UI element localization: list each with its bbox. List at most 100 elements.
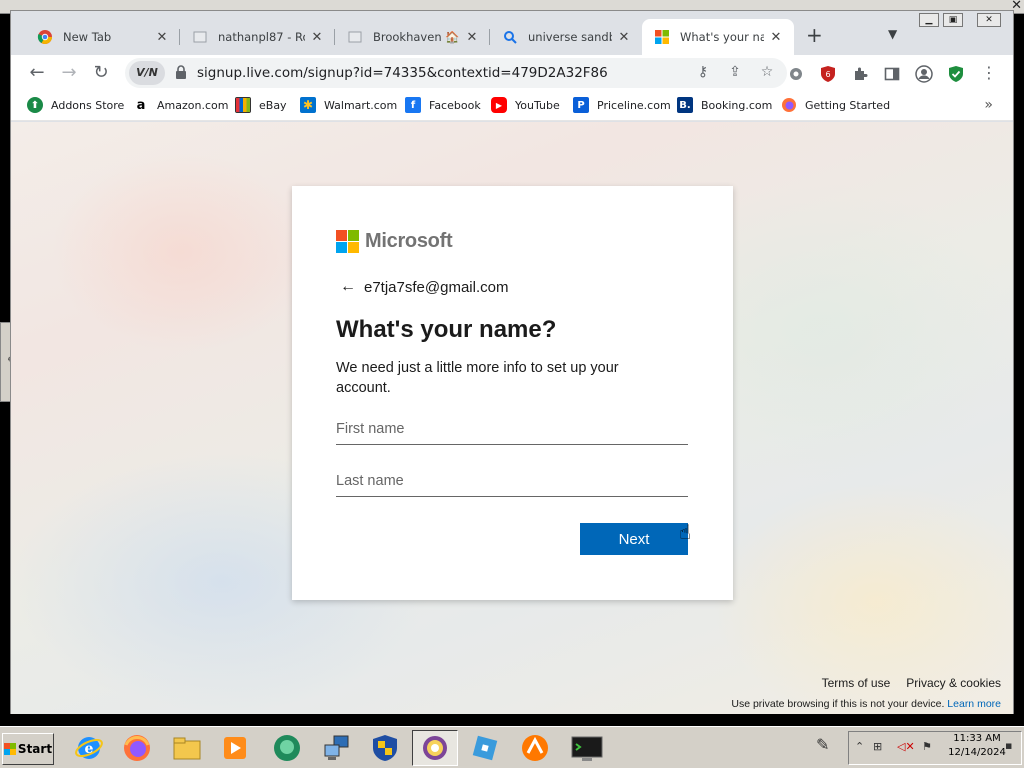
- page-icon: [347, 29, 363, 45]
- close-window-button[interactable]: ✕: [977, 13, 1001, 27]
- tab-close-icon[interactable]: ✕: [309, 30, 325, 45]
- minimize-button[interactable]: ▁: [919, 13, 939, 27]
- windows-flag-icon: [3, 743, 16, 755]
- firefox-icon: [781, 97, 797, 113]
- firefox-icon[interactable]: [114, 730, 160, 766]
- share-icon[interactable]: ⇪: [725, 64, 745, 84]
- maximize-button[interactable]: ▣: [943, 13, 963, 27]
- bookmark-addons-store[interactable]: ⬆ Addons Store: [27, 97, 124, 113]
- tab-strip: New Tab ✕ nathanpl87 - Roblox ✕ Brookhav…: [11, 11, 1013, 55]
- booking-icon: B.: [677, 97, 693, 113]
- terms-of-use-link[interactable]: Terms of use: [822, 676, 891, 690]
- tab-close-icon[interactable]: ✕: [464, 30, 480, 45]
- new-tab-button[interactable]: +: [806, 25, 823, 45]
- bookmark-star-icon[interactable]: ☆: [757, 64, 777, 84]
- clock-date[interactable]: 12/14/2024: [947, 747, 1007, 758]
- network-computer-icon[interactable]: [314, 730, 360, 766]
- ebay-icon: [235, 97, 251, 113]
- ublock-shield-icon[interactable]: 6: [819, 65, 837, 83]
- profile-avatar-icon[interactable]: [915, 65, 933, 83]
- vpn-badge[interactable]: V/N: [129, 61, 165, 85]
- security-shield-icon[interactable]: [362, 730, 408, 766]
- network-icon[interactable]: ⊞: [873, 740, 882, 753]
- bookmark-amazon[interactable]: a Amazon.com: [133, 97, 228, 113]
- browser-menu-icon[interactable]: ⋮: [977, 61, 1001, 85]
- back-icon[interactable]: ←: [25, 61, 49, 85]
- show-desktop-icon[interactable]: ▪: [1005, 739, 1012, 752]
- tab-brookhaven[interactable]: Brookhaven 🏠RP ✕: [335, 19, 490, 55]
- roblox-studio-icon[interactable]: [462, 730, 508, 766]
- footer-links: Terms of use Privacy & cookies: [822, 676, 1001, 690]
- lock-icon[interactable]: [175, 65, 187, 79]
- privacy-cookies-link[interactable]: Privacy & cookies: [906, 676, 1001, 690]
- microsoft-logo-icon: [336, 230, 359, 253]
- tray-expand-icon[interactable]: ⌃: [855, 740, 864, 753]
- first-name-input[interactable]: [336, 413, 688, 445]
- browser-window: New Tab ✕ nathanpl87 - Roblox ✕ Brookhav…: [10, 10, 1014, 714]
- page-content: Microsoft ← e7tja7sfe@gmail.com What's y…: [11, 122, 1013, 714]
- address-bar[interactable]: V/N signup.live.com/signup?id=74335&cont…: [125, 58, 787, 88]
- microsoft-icon: [654, 29, 670, 45]
- key-icon[interactable]: ⚷: [693, 64, 713, 84]
- svg-text:e: e: [85, 741, 94, 757]
- signup-card: Microsoft ← e7tja7sfe@gmail.com What's y…: [292, 186, 733, 600]
- tab-close-icon[interactable]: ✕: [768, 30, 784, 45]
- hand-cursor-icon: ☝: [679, 520, 692, 544]
- bookmark-facebook[interactable]: f Facebook: [405, 97, 481, 113]
- last-name-input[interactable]: [336, 465, 688, 497]
- amazon-icon: a: [133, 97, 149, 113]
- footer-note: Use private browsing if this is not your…: [731, 698, 1001, 710]
- clock-time[interactable]: 11:33 AM: [947, 733, 1007, 744]
- action-center-flag-icon[interactable]: ⚑: [922, 740, 932, 753]
- youtube-icon: ▶: [491, 97, 507, 113]
- microsoft-logo: Microsoft: [336, 230, 453, 253]
- taskbar: Start e ✎ ⌃ ⊞ ◁✕ ⚑ 11:33 AM 12/14/2024 ▪: [0, 726, 1024, 768]
- bookmark-getting-started[interactable]: Getting Started: [781, 97, 890, 113]
- bookmarks-bar: ⬆ Addons Store a Amazon.com eBay ✱ Walma…: [11, 91, 1013, 121]
- forward-icon[interactable]: →: [57, 61, 81, 85]
- bookmark-priceline[interactable]: P Priceline.com: [573, 97, 671, 113]
- page-title: What's your name?: [336, 316, 557, 343]
- tab-whats-your-name[interactable]: What's your name ✕: [642, 19, 794, 55]
- side-panel-icon[interactable]: [883, 65, 901, 83]
- bookmark-youtube[interactable]: ▶ YouTube: [491, 97, 560, 113]
- search-icon: [502, 29, 518, 45]
- page-description: We need just a little more info to set u…: [336, 360, 619, 396]
- tab-close-icon[interactable]: ✕: [154, 30, 170, 45]
- tab-search-chevron-icon[interactable]: ▼: [888, 27, 897, 41]
- tab-new-tab[interactable]: New Tab ✕: [25, 19, 180, 55]
- security-check-icon[interactable]: [947, 65, 965, 83]
- terminal-icon[interactable]: [564, 730, 610, 766]
- extensions-puzzle-icon[interactable]: [851, 65, 869, 83]
- learn-more-link[interactable]: Learn more: [947, 698, 1001, 710]
- back-arrow-icon[interactable]: ←: [340, 278, 356, 296]
- volume-muted-icon[interactable]: ◁✕: [897, 740, 915, 753]
- start-button[interactable]: Start: [2, 733, 54, 765]
- pen-input-icon[interactable]: ✎: [816, 735, 829, 754]
- page-icon: [192, 29, 208, 45]
- tor-browser-icon[interactable]: [412, 730, 458, 766]
- tab-close-icon[interactable]: ✕: [616, 30, 632, 45]
- next-button[interactable]: Next: [580, 523, 688, 555]
- bookmark-booking[interactable]: B. Booking.com: [677, 97, 772, 113]
- identity-banner: ← e7tja7sfe@gmail.com: [340, 278, 508, 296]
- tab-universe-sandbox[interactable]: universe sandbox ✕: [490, 19, 642, 55]
- bookmark-walmart[interactable]: ✱ Walmart.com: [300, 97, 397, 113]
- priceline-icon: P: [573, 97, 589, 113]
- addons-icon: ⬆: [27, 97, 43, 113]
- svg-text:6: 6: [825, 70, 830, 79]
- file-explorer-icon[interactable]: [164, 730, 210, 766]
- user-email: e7tja7sfe@gmail.com: [364, 278, 509, 296]
- url-text[interactable]: signup.live.com/signup?id=74335&contexti…: [197, 65, 607, 81]
- tab-roblox-profile[interactable]: nathanpl87 - Roblox ✕: [180, 19, 335, 55]
- bookmarks-overflow-button[interactable]: »: [984, 97, 993, 113]
- chat-icon[interactable]: [264, 730, 310, 766]
- extension-gear-icon[interactable]: [787, 65, 805, 83]
- avast-icon[interactable]: [512, 730, 558, 766]
- bookmark-ebay[interactable]: eBay: [235, 97, 287, 113]
- media-player-icon[interactable]: [212, 730, 258, 766]
- reload-icon[interactable]: ↻: [89, 61, 113, 85]
- chrome-icon: [37, 29, 53, 45]
- walmart-icon: ✱: [300, 97, 316, 113]
- ie-icon[interactable]: e: [66, 730, 112, 766]
